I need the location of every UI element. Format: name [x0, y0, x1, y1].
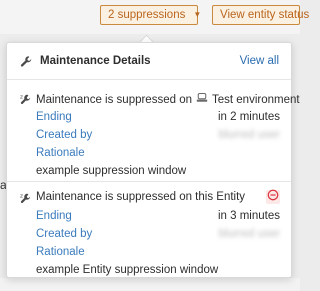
ending-row: Ending in 3 minutes [36, 210, 280, 222]
ending-row: Ending in 2 minutes [36, 111, 280, 123]
created-by-label: Created by [36, 129, 93, 141]
popover-title: Maintenance Details [40, 55, 151, 67]
wrench-icon [20, 55, 33, 73]
rationale-value: example Entity suppression window [36, 264, 219, 276]
view-entity-status-label: View entity status [220, 9, 310, 21]
maintenance-popover: Maintenance Details View all z Maintenan… [6, 42, 300, 279]
maintenance-zz-icon: z [20, 93, 33, 111]
background-panel [0, 278, 300, 291]
suppressions-label: 2 suppressions [108, 9, 186, 21]
suppression-title: Maintenance is suppressed on Test enviro… [36, 92, 300, 107]
suppressions-dropdown-button[interactable]: 2 suppressions ▼ [100, 5, 202, 25]
minus-circle-icon [267, 188, 279, 206]
created-by-label: Created by [36, 228, 93, 240]
svg-text:z: z [20, 194, 23, 200]
svg-text:z: z [20, 95, 23, 101]
suppression-entry: z Maintenance is suppressed on this Enti… [7, 184, 291, 279]
remove-suppression-button[interactable] [266, 188, 280, 206]
ending-value: in 2 minutes [217, 111, 280, 123]
created-by-row: Created by blurred user [36, 228, 280, 240]
rationale-label: Rationale [36, 147, 85, 159]
maintenance-zz-icon: z [20, 192, 33, 210]
rationale-value-row: example Entity suppression window [36, 264, 280, 276]
suppression-title: Maintenance is suppressed on this Entity [36, 191, 245, 203]
caret-down-icon: ▼ [193, 10, 202, 19]
suppression-target: Test environment [212, 93, 300, 106]
rationale-row: Rationale [36, 246, 280, 258]
created-by-value: blurred user [218, 129, 280, 141]
view-all-link[interactable]: View all [240, 55, 279, 67]
ending-value: in 3 minutes [217, 210, 280, 222]
suppression-title-text: Maintenance is suppressed on this Entity [36, 191, 246, 203]
suppression-entry: z Maintenance is suppressed on Test envi… [7, 85, 300, 182]
environment-icon [196, 92, 208, 107]
ending-label: Ending [36, 210, 72, 222]
rationale-value-row: example suppression window [36, 165, 280, 177]
popover-header: Maintenance Details View all [7, 43, 291, 80]
created-by-value: blurred user [218, 228, 280, 240]
view-entity-status-button[interactable]: View entity status [212, 5, 309, 25]
ending-label: Ending [36, 111, 72, 123]
created-by-row: Created by blurred user [36, 129, 280, 141]
suppression-title-text: Maintenance is suppressed on [36, 93, 192, 106]
rationale-value: example suppression window [36, 165, 187, 177]
rationale-row: Rationale [36, 147, 280, 159]
rationale-label: Rationale [36, 246, 85, 258]
